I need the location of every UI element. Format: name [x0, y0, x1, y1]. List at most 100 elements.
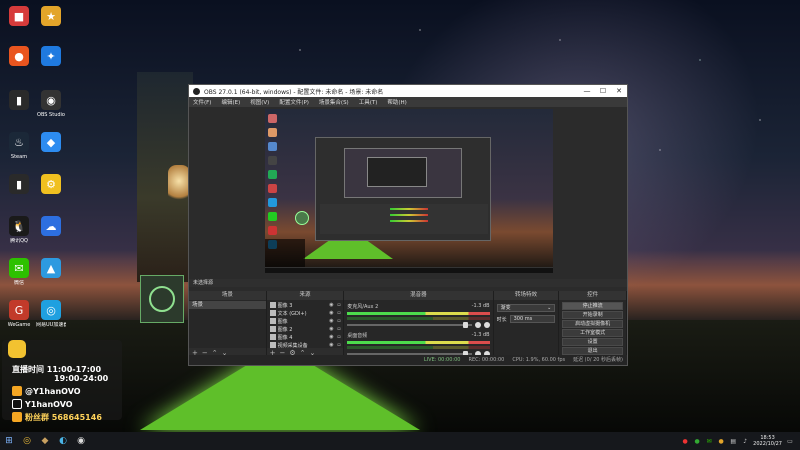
menu-scene-collection[interactable]: 场景集合(S): [319, 98, 349, 106]
desktop-icon-4[interactable]: ✦: [36, 46, 66, 68]
network-icon[interactable]: ▤: [729, 438, 737, 445]
sources-title: 来源: [299, 292, 311, 298]
sources-header: 来源: [266, 291, 344, 300]
tray-app-icon[interactable]: ●: [681, 438, 689, 445]
app-icon: ⚙: [41, 174, 61, 194]
menu-file[interactable]: 文件(F): [193, 98, 211, 106]
volume-icon[interactable]: ♪: [741, 438, 749, 445]
mixer-channel-mic: 麦克风/Aux 2 -1.3 dB: [344, 301, 492, 330]
desktop-icon-5[interactable]: ▮: [4, 90, 34, 112]
exit-button[interactable]: 退出: [562, 347, 623, 355]
lock-icon[interactable]: ▫: [337, 326, 343, 332]
scenes-title: 场景: [221, 292, 233, 298]
stream-time-1: 11:00-17:00: [46, 365, 102, 374]
desktop-icon-13[interactable]: ✉ 微信: [4, 258, 34, 286]
system-tray: ● ● ✉ ● ▤ ♪ 18:53 2022/10/27 ▭: [681, 435, 800, 447]
tray-app-icon[interactable]: ●: [693, 438, 701, 445]
desktop-icon-label: 腾讯QQ: [10, 238, 28, 244]
app-icon: ▮: [9, 174, 29, 194]
start-recording-button[interactable]: 开始录制: [562, 311, 623, 319]
controls-header: 控件: [559, 291, 626, 300]
close-button[interactable]: ✕: [611, 87, 627, 95]
preview-taskbar: [265, 267, 553, 273]
maximize-button[interactable]: ☐: [595, 87, 611, 95]
edge-icon[interactable]: ◐: [54, 432, 72, 450]
desktop-icon-3[interactable]: ●: [4, 46, 34, 68]
visibility-eye-icon[interactable]: ◉: [329, 326, 335, 332]
transitions-title: 转场特效: [514, 292, 537, 298]
tray-app-icon[interactable]: ●: [717, 438, 725, 445]
stream-time-label: 直播时间: [12, 365, 44, 374]
visibility-eye-icon[interactable]: ◉: [329, 310, 335, 316]
obs-statusbar: LIVE: 00:00:00 REC: 00:00:00 CPU: 1.9%, …: [189, 355, 627, 365]
game-character: [168, 165, 190, 205]
no-source-label: 未选择源: [193, 280, 214, 286]
menu-tools[interactable]: 工具(T): [359, 98, 378, 106]
obs-titlebar[interactable]: OBS 27.0.1 (64-bit, windows) - 配置文件: 未命名…: [189, 85, 627, 97]
mute-speaker-icon[interactable]: [474, 322, 481, 328]
source-item[interactable]: 图像 ◉ ▫: [267, 317, 344, 325]
transitions-header: 转场特效: [493, 291, 559, 300]
preview-emblem-icon: [295, 211, 309, 225]
start-virtual-camera-button[interactable]: 启动虚拟摄像机: [562, 320, 623, 328]
obs-taskbar-icon[interactable]: ◉: [72, 432, 90, 450]
desktop-icon-7[interactable]: ♨ Steam: [4, 132, 34, 160]
desktop-icon-8[interactable]: ◆: [36, 132, 66, 154]
channel-settings-icon[interactable]: [483, 322, 490, 328]
game-icon[interactable]: ◆: [36, 432, 54, 450]
transition-select[interactable]: 渐变 ⌄: [496, 304, 556, 312]
sources-panel: 来源 图像 3 ◉ ▫ 文本 (GDI+) ◉ ▫ 图像 ◉ ▫ 图像 2 ◉ ▫ 图像 4 ◉ ▫…: [266, 291, 345, 357]
chevron-down-icon: ⌄: [547, 305, 552, 311]
mixer-header: 混音器: [344, 291, 493, 300]
preview-nested-obs: [315, 137, 491, 241]
desktop-icon-9[interactable]: ▮: [4, 174, 34, 196]
source-item[interactable]: 图像 2 ◉ ▫: [267, 325, 344, 333]
visibility-eye-icon[interactable]: ◉: [329, 302, 335, 308]
lock-icon[interactable]: ▫: [337, 310, 343, 316]
lock-icon[interactable]: ▫: [337, 302, 343, 308]
desktop-icon-1[interactable]: ■: [4, 6, 34, 28]
desktop-icon-2[interactable]: ★: [36, 6, 66, 28]
image-source-icon: [269, 302, 276, 308]
duration-label: 时长: [496, 316, 507, 323]
chrome-icon[interactable]: ◎: [18, 432, 36, 450]
desktop-icon-11[interactable]: 🐧 腾讯QQ: [4, 216, 34, 244]
menu-view[interactable]: 视图(V): [250, 98, 269, 106]
minimize-button[interactable]: —: [579, 87, 595, 95]
visibility-eye-icon[interactable]: ◉: [329, 318, 335, 324]
visibility-eye-icon[interactable]: ◉: [329, 334, 335, 340]
lock-icon[interactable]: ▫: [337, 318, 343, 324]
desktop-icon-12[interactable]: ☁: [36, 216, 66, 238]
volume-knob[interactable]: [462, 322, 468, 328]
source-item[interactable]: 图像 4 ◉ ▫: [267, 333, 344, 341]
desktop-icon-16[interactable]: ◎ 网易UU加速器: [36, 300, 66, 328]
desktop-icon-15[interactable]: G WeGame: [4, 300, 34, 328]
studio-mode-button[interactable]: 工作室模式: [562, 329, 623, 337]
menu-profile[interactable]: 配置文件(P): [279, 98, 309, 106]
desktop-icon-label: 网易UU加速器: [36, 322, 66, 328]
desktop-icon-label: WeGame: [7, 322, 31, 328]
desktop-icon-6[interactable]: ◉ OBS Studio: [36, 90, 66, 118]
handle-1: @Y1hanOVO: [25, 387, 81, 396]
wechat-tray-icon[interactable]: ✉: [705, 438, 713, 445]
lock-icon[interactable]: ▫: [337, 334, 343, 340]
source-name: 文本 (GDI+): [277, 310, 307, 317]
stop-streaming-button[interactable]: 停止推流: [562, 302, 623, 310]
controls-panel: 控件 停止推流 开始录制 启动虚拟摄像机 工作室模式 设置 退出: [559, 291, 627, 357]
notification-icon[interactable]: ▭: [786, 438, 794, 445]
scene-item[interactable]: 场景: [189, 301, 266, 309]
text-source-icon: [269, 310, 276, 316]
source-item[interactable]: 文本 (GDI+) ◉ ▫: [267, 309, 344, 317]
obs-preview[interactable]: [265, 109, 553, 273]
desktop-icon-14[interactable]: ▲: [36, 258, 66, 280]
duration-input[interactable]: 300 ms: [509, 315, 556, 323]
source-item[interactable]: 图像 3 ◉ ▫: [267, 301, 344, 309]
taskbar-clock[interactable]: 18:53 2022/10/27: [753, 435, 782, 447]
settings-button[interactable]: 设置: [562, 338, 623, 346]
menu-edit[interactable]: 编辑(E): [221, 98, 240, 106]
menu-help[interactable]: 帮助(H): [387, 98, 406, 106]
windows-start-icon[interactable]: ⊞: [0, 432, 18, 450]
volume-slider[interactable]: [347, 322, 472, 328]
desktop-icon-10[interactable]: ⚙: [36, 174, 66, 196]
source-name: 图像 4: [277, 334, 293, 341]
